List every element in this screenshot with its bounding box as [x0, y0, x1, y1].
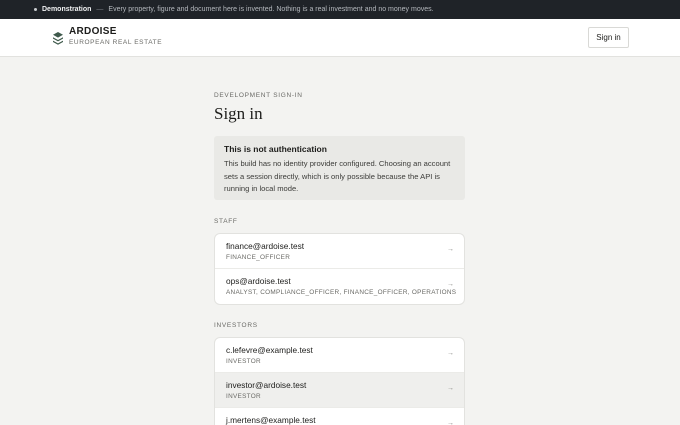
auth-notice: This is not authentication This build ha…	[214, 136, 465, 200]
investors-section-label: INVESTORS	[214, 322, 258, 329]
arrow-right-icon: →	[447, 246, 454, 253]
investor-account-list: c.lefevre@example.test INVESTOR → invest…	[214, 337, 465, 425]
account-row-investor[interactable]: investor@ardoise.test INVESTOR →	[215, 373, 464, 408]
account-roles: INVESTOR	[226, 358, 261, 365]
account-email: finance@ardoise.test	[226, 241, 305, 251]
stacked-layers-icon	[53, 32, 63, 45]
page-title: Sign in	[214, 104, 263, 123]
brand-name[interactable]: ARDOISE	[69, 26, 117, 37]
arrow-right-icon: →	[447, 385, 454, 392]
account-roles: INVESTOR	[226, 393, 261, 400]
banner-label: Demonstration	[42, 6, 92, 13]
account-row-c-lefevre[interactable]: c.lefevre@example.test INVESTOR →	[215, 338, 464, 373]
site-header: ARDOISE EUROPEAN REAL ESTATE Sign in	[0, 19, 680, 57]
account-email: investor@ardoise.test	[226, 380, 307, 390]
account-email: j.mertens@example.test	[226, 415, 316, 425]
staff-account-list: finance@ardoise.test FINANCE_OFFICER → o…	[214, 233, 465, 305]
account-email: c.lefevre@example.test	[226, 345, 313, 355]
arrow-right-icon: →	[447, 420, 454, 425]
dot-icon	[34, 8, 37, 11]
arrow-right-icon: →	[447, 350, 454, 357]
account-roles: FINANCE_OFFICER	[226, 254, 291, 261]
banner-text: Every property, figure and document here…	[108, 6, 434, 13]
account-row-finance[interactable]: finance@ardoise.test FINANCE_OFFICER →	[215, 234, 464, 269]
account-roles: ANALYST, COMPLIANCE_OFFICER, FINANCE_OFF…	[226, 289, 457, 296]
notice-title: This is not authentication	[224, 144, 327, 154]
header-signin-button[interactable]: Sign in	[588, 27, 629, 48]
account-row-ops[interactable]: ops@ardoise.test ANALYST, COMPLIANCE_OFF…	[215, 269, 464, 304]
banner-separator: —	[96, 6, 104, 13]
notice-body: This build has no identity provider conf…	[224, 159, 451, 193]
page-eyebrow: DEVELOPMENT SIGN-IN	[214, 92, 303, 99]
arrow-right-icon: →	[447, 281, 454, 288]
staff-section-label: STAFF	[214, 218, 238, 225]
account-email: ops@ardoise.test	[226, 276, 291, 286]
brand-tagline: EUROPEAN REAL ESTATE	[69, 39, 163, 46]
account-row-j-mertens[interactable]: j.mertens@example.test →	[215, 408, 464, 425]
demo-banner: Demonstration — Every property, figure a…	[0, 0, 680, 19]
